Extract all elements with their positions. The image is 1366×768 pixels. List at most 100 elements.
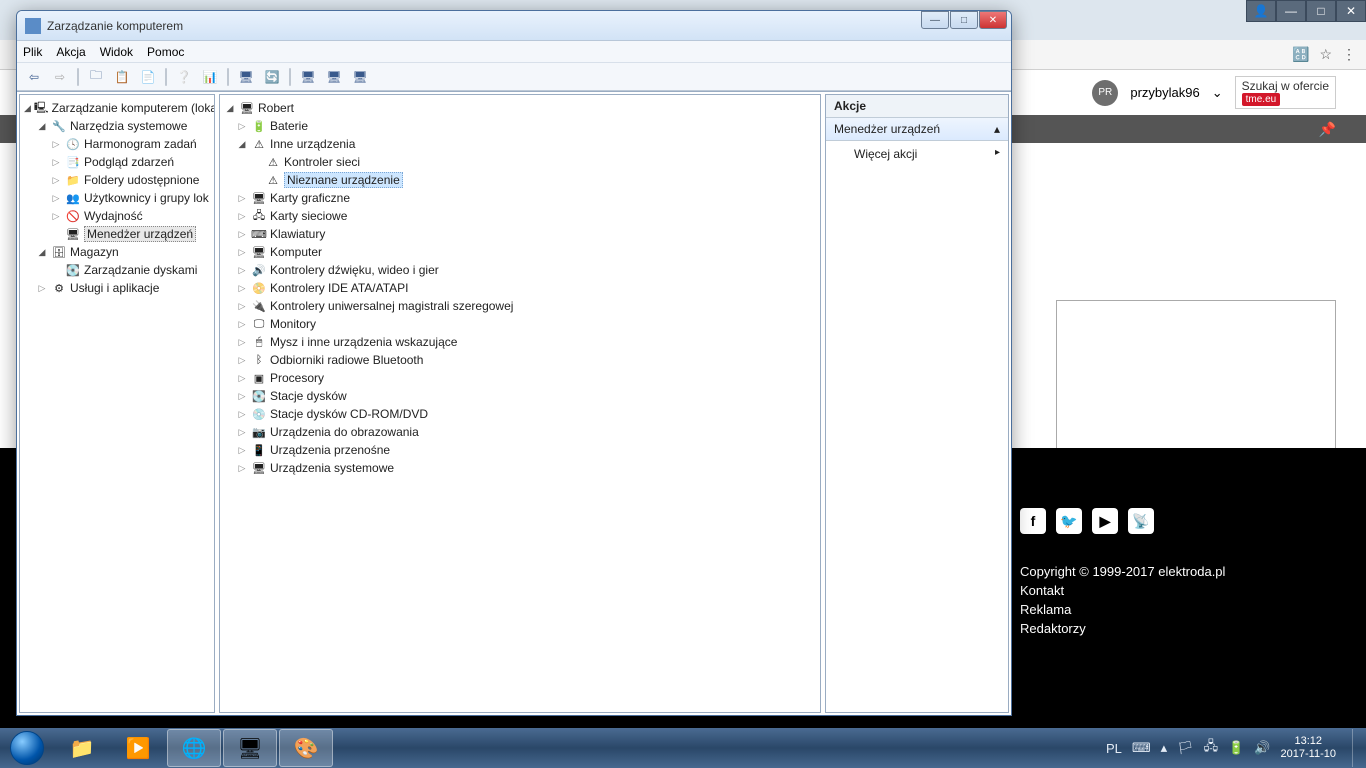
show-desktop-button[interactable] <box>1352 729 1360 767</box>
tree-node[interactable]: 💿Stacje dysków CD-ROM/DVD <box>222 405 818 423</box>
expand-arrow-icon[interactable] <box>36 283 48 294</box>
tree-node[interactable]: 🔊Kontrolery dźwięku, wideo i gier <box>222 261 818 279</box>
help-icon[interactable]: ❔ <box>173 66 195 88</box>
expand-arrow-icon[interactable] <box>236 193 248 204</box>
twitter-icon[interactable]: 🐦 <box>1056 508 1082 534</box>
user-name-label[interactable]: przybylak96 <box>1130 85 1199 100</box>
tree-node[interactable]: 🗄Magazyn <box>22 243 212 261</box>
maximize-button[interactable]: □ <box>950 11 978 29</box>
tray-network-icon[interactable]: 🖧 <box>1204 737 1219 759</box>
rss-icon[interactable]: 📡 <box>1128 508 1154 534</box>
tree-node[interactable]: 🖥Karty graficzne <box>222 189 818 207</box>
tray-flag-icon[interactable]: 🏳 <box>1177 740 1194 756</box>
expand-arrow-icon[interactable] <box>50 139 62 150</box>
reply-textarea[interactable] <box>1056 300 1336 465</box>
update-driver-icon[interactable]: 🖥 <box>297 66 319 88</box>
properties-icon[interactable]: 📄 <box>137 66 159 88</box>
tree-node[interactable]: 🖱Mysz i inne urządzenia wskazujące <box>222 333 818 351</box>
expand-arrow-icon[interactable] <box>236 229 248 240</box>
tree-node[interactable]: ⚠Inne urządzenia <box>222 135 818 153</box>
minimize-button[interactable]: — <box>921 11 949 29</box>
expand-arrow-icon[interactable] <box>50 157 62 168</box>
expand-arrow-icon[interactable] <box>236 409 248 420</box>
pin-icon[interactable]: 📌 <box>1319 121 1336 138</box>
tree-node[interactable]: 🖳Zarządzanie komputerem (loka <box>22 99 212 117</box>
expand-arrow-icon[interactable] <box>50 211 62 222</box>
menu-widok[interactable]: Widok <box>100 45 133 59</box>
menu-pomoc[interactable]: Pomoc <box>147 45 184 59</box>
tree-node[interactable]: 🕓Harmonogram zadań <box>22 135 212 153</box>
footer-link-reklama[interactable]: Reklama <box>1020 602 1336 617</box>
tray-volume-icon[interactable]: 🔊 <box>1254 740 1270 756</box>
tree-node[interactable]: 💽Stacje dysków <box>222 387 818 405</box>
expand-arrow-icon[interactable] <box>50 175 62 186</box>
tree-node[interactable]: 🚫Wydajność <box>22 207 212 225</box>
footer-link-kontakt[interactable]: Kontakt <box>1020 583 1336 598</box>
tray-battery-icon[interactable]: 🔋 <box>1228 740 1244 756</box>
expand-arrow-icon[interactable] <box>24 103 31 114</box>
expand-arrow-icon[interactable] <box>236 283 248 294</box>
tree-node[interactable]: ▣Procesory <box>222 369 818 387</box>
refresh-icon[interactable]: 🔄 <box>261 66 283 88</box>
maximize-icon[interactable]: □ <box>1306 0 1336 22</box>
tree-node[interactable]: ⚠Nieznane urządzenie <box>222 171 818 189</box>
minimize-icon[interactable]: — <box>1276 0 1306 22</box>
translate-icon[interactable]: 🔠 <box>1292 46 1309 63</box>
expand-arrow-icon[interactable] <box>236 319 248 330</box>
expand-arrow-icon[interactable] <box>236 373 248 384</box>
tree-node[interactable]: 🖵Monitory <box>222 315 818 333</box>
expand-arrow-icon[interactable] <box>236 301 248 312</box>
youtube-icon[interactable]: ▶ <box>1092 508 1118 534</box>
tray-keyboard-icon[interactable]: ⌨ <box>1132 740 1151 756</box>
expand-arrow-icon[interactable] <box>236 445 248 456</box>
actions-more[interactable]: Więcej akcji <box>826 141 1008 167</box>
expand-arrow-icon[interactable] <box>36 247 48 258</box>
expand-arrow-icon[interactable] <box>236 139 248 150</box>
tree-node[interactable]: ⚙Usługi i aplikacje <box>22 279 212 297</box>
menu-plik[interactable]: Plik <box>23 45 42 59</box>
tree-node[interactable]: 📁Foldery udostępnione <box>22 171 212 189</box>
user-icon[interactable]: 👤 <box>1246 0 1276 22</box>
tree-node[interactable]: 📱Urządzenia przenośne <box>222 441 818 459</box>
device-tree-pane[interactable]: 🖥Robert🔋Baterie⚠Inne urządzenia⚠Kontrole… <box>219 94 821 713</box>
tme-badge[interactable]: tme.eu <box>1242 93 1281 106</box>
close-button[interactable]: ✕ <box>979 11 1007 29</box>
expand-arrow-icon[interactable] <box>236 427 248 438</box>
forward-icon[interactable]: ⇨ <box>49 66 71 88</box>
expand-arrow-icon[interactable] <box>236 391 248 402</box>
close-icon[interactable]: ✕ <box>1336 0 1366 22</box>
avatar[interactable]: PR <box>1092 80 1118 106</box>
tree-node[interactable]: 📑Podgląd zdarzeń <box>22 153 212 171</box>
disable-icon[interactable]: 🖥 <box>349 66 371 88</box>
tree-node[interactable]: 🔌Kontrolery uniwersalnej magistrali szer… <box>222 297 818 315</box>
tree-node[interactable]: 🖥Robert <box>222 99 818 117</box>
taskbar-mmc[interactable]: 🖥 <box>223 729 277 767</box>
tray-lang[interactable]: PL <box>1106 741 1122 756</box>
expand-arrow-icon[interactable] <box>236 355 248 366</box>
tree-node[interactable]: ᛒOdbiorniki radiowe Bluetooth <box>222 351 818 369</box>
tree-node[interactable]: 🔋Baterie <box>222 117 818 135</box>
tree-node[interactable]: 👥Użytkownicy i grupy lok <box>22 189 212 207</box>
expand-arrow-icon[interactable] <box>236 463 248 474</box>
actions-subheader[interactable]: Menedżer urządzeń▴ <box>826 118 1008 141</box>
expand-arrow-icon[interactable] <box>236 247 248 258</box>
titlebar[interactable]: Zarządzanie komputerem — □ ✕ <box>17 11 1011 41</box>
taskbar-explorer[interactable]: 📁 <box>55 729 109 767</box>
scan-icon[interactable]: 🖥 <box>235 66 257 88</box>
tree-node[interactable]: 📷Urządzenia do obrazowania <box>222 423 818 441</box>
tree-node[interactable]: 🖥Menedżer urządzeń <box>22 225 212 243</box>
action-icon[interactable]: 📊 <box>199 66 221 88</box>
show-hide-tree-icon[interactable]: 📋 <box>111 66 133 88</box>
star-icon[interactable]: ☆ <box>1319 46 1332 63</box>
menu-icon[interactable]: ⋮ <box>1342 46 1356 63</box>
uninstall-icon[interactable]: 🖥 <box>323 66 345 88</box>
tray-chevron-icon[interactable]: ▴ <box>1161 740 1168 756</box>
tree-node[interactable]: 📀Kontrolery IDE ATA/ATAPI <box>222 279 818 297</box>
expand-arrow-icon[interactable] <box>236 211 248 222</box>
tray-clock[interactable]: 13:12 2017-11-10 <box>1281 735 1342 761</box>
tree-node[interactable]: 🔧Narzędzia systemowe <box>22 117 212 135</box>
tree-node[interactable]: 💽Zarządzanie dyskami <box>22 261 212 279</box>
footer-link-redaktorzy[interactable]: Redaktorzy <box>1020 621 1336 636</box>
taskbar-chrome[interactable]: 🌐 <box>167 729 221 767</box>
back-icon[interactable]: ⇦ <box>23 66 45 88</box>
